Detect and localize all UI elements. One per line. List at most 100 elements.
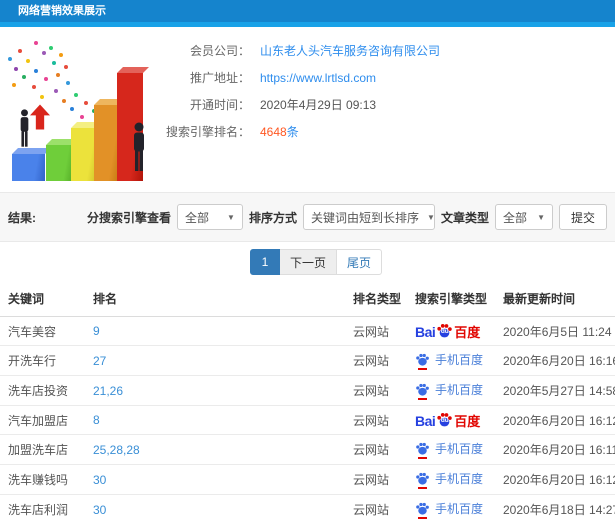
table-row: 汽车加盟店 8 云网站 Bai du 百度 2020年6月20日 16:12: [0, 405, 615, 435]
filter-controls: 分搜索引擎查看 全部 ▼ 排序方式 关键词由短到长排序 ▼ 文章类型 全部 ▼ …: [87, 204, 607, 230]
table-row: 洗车店利润 30 云网站 手机百度 2020年6月18日 14:27: [0, 494, 615, 520]
chevron-down-icon: ▼: [537, 212, 545, 222]
baidu-paw-icon: [415, 501, 430, 519]
rank-link[interactable]: 8: [93, 413, 100, 427]
updated-cell: 2020年6月5日 11:24: [495, 316, 615, 346]
chevron-down-icon: ▼: [426, 212, 435, 222]
open-time-value: 2020年4月29日 09:13: [260, 98, 377, 112]
sort-filter-value: 关键词由短到长排序: [310, 210, 419, 225]
baidu-logo: Bai du 百度: [415, 411, 481, 429]
table-header-row: 关键词 排名 排名类型 搜索引擎类型 最新更新时间: [0, 281, 615, 317]
sort-filter-select[interactable]: 关键词由短到长排序 ▼: [302, 204, 435, 230]
promo-url-row: 推广地址： https://www.lrtlsd.com: [150, 64, 610, 91]
confetti-dots: [4, 41, 8, 45]
baidu-paw-icon: du: [436, 322, 453, 339]
engine-filter-select[interactable]: 全部 ▼: [176, 204, 243, 230]
mobile-baidu-badge: 手机百度: [415, 381, 483, 400]
member-company-label: 会员公司：: [189, 44, 250, 58]
bar-green: [46, 145, 73, 181]
account-info-list: 会员公司： 山东老人头汽车服务咨询有限公司 推广地址： https://www.…: [150, 37, 610, 145]
baidu-paw-icon: du: [436, 411, 453, 428]
rank-link[interactable]: 9: [93, 324, 100, 338]
keyword-cell: 加盟洗车店: [0, 434, 85, 465]
baidu-paw-icon: [415, 441, 430, 459]
rank-type-cell: 云网站: [345, 345, 407, 376]
mobile-baidu-badge: 手机百度: [415, 470, 483, 489]
col-updated: 最新更新时间: [495, 281, 615, 317]
engine-filter-value: 全部: [184, 210, 209, 225]
keyword-cell: 汽车美容: [0, 316, 85, 346]
last-page-button[interactable]: 尾页: [336, 249, 383, 275]
promo-url-link[interactable]: https://www.lrtlsd.com: [260, 71, 376, 85]
type-filter-value: 全部: [502, 210, 527, 225]
up-arrow-icon: [30, 103, 50, 136]
mobile-baidu-badge: 手机百度: [415, 351, 483, 370]
next-page-button[interactable]: 下一页: [278, 249, 337, 275]
account-info-section: 会员公司： 山东老人头汽车服务咨询有限公司 推广地址： https://www.…: [0, 27, 615, 192]
baidu-paw-icon: [415, 471, 430, 489]
rank-link[interactable]: 21,26: [93, 384, 123, 398]
app-window: 网络营销效果展示 会员公司： 山东老人头汽车服务咨询有限公司 推广地址： htt…: [0, 0, 615, 520]
pagination: 1 下一页 尾页: [18, 242, 615, 281]
type-filter-select[interactable]: 全部 ▼: [494, 204, 553, 230]
rank-type-cell: 云网站: [345, 405, 407, 435]
open-time-row: 开通时间： 2020年4月29日 09:13: [150, 91, 610, 118]
table-row: 洗车店投资 21,26 云网站 手机百度 2020年5月27日 14:58: [0, 375, 615, 406]
engine-rank-count: 4648: [260, 124, 287, 139]
engine-filter-label: 分搜索引擎查看: [86, 210, 171, 225]
mobile-baidu-badge: 手机百度: [415, 500, 483, 519]
baidu-paw-icon: [415, 382, 430, 400]
table-row: 加盟洗车店 25,28,28 云网站 手机百度 2020年6月20日 16:11: [0, 434, 615, 465]
keyword-cell: 汽车加盟店: [0, 405, 85, 435]
updated-cell: 2020年6月20日 16:12: [495, 464, 615, 495]
table-row: 汽车美容 9 云网站 Bai du 百度 2020年6月5日 11:24: [0, 316, 615, 346]
col-keyword: 关键词: [0, 281, 85, 317]
rank-type-cell: 云网站: [345, 375, 407, 406]
businessman-figure-right: [131, 122, 147, 179]
updated-cell: 2020年5月27日 14:58: [495, 375, 615, 406]
engine-rank-unit: 条: [286, 125, 299, 139]
rank-type-cell: 云网站: [345, 316, 407, 346]
page-title: 网络营销效果展示: [18, 5, 106, 17]
results-filter-bar: 结果: 分搜索引擎查看 全部 ▼ 排序方式 关键词由短到长排序 ▼ 文章类型 全…: [0, 192, 615, 242]
rank-type-cell: 云网站: [345, 494, 407, 520]
col-rank: 排名: [85, 281, 345, 317]
keyword-cell: 洗车店利润: [0, 494, 85, 520]
open-time-label: 开通时间：: [189, 98, 250, 112]
table-row: 开洗车行 27 云网站 手机百度 2020年6月20日 16:16: [0, 345, 615, 376]
member-company-link[interactable]: 山东老人头汽车服务咨询有限公司: [260, 42, 440, 59]
member-company-row: 会员公司： 山东老人头汽车服务咨询有限公司: [150, 37, 610, 64]
top-header-bar: 网络营销效果展示: [0, 0, 615, 22]
updated-cell: 2020年6月20日 16:12: [495, 405, 615, 435]
chevron-down-icon: ▼: [227, 212, 235, 222]
keyword-results-table: 关键词 排名 排名类型 搜索引擎类型 最新更新时间 汽车美容 9 云网站 Bai: [0, 281, 615, 520]
engine-rank-label: 搜索引擎排名：: [165, 125, 250, 139]
updated-cell: 2020年6月20日 16:16: [495, 345, 615, 376]
keyword-cell: 洗车店投资: [0, 375, 85, 406]
engine-rank-row: 搜索引擎排名： 4648 条: [150, 118, 610, 145]
mobile-baidu-badge: 手机百度: [415, 440, 483, 459]
rank-link[interactable]: 30: [93, 503, 106, 517]
col-rank-type: 排名类型: [345, 281, 407, 317]
page-1-button[interactable]: 1: [249, 249, 280, 275]
baidu-paw-icon: [415, 352, 430, 370]
col-engine-type: 搜索引擎类型: [407, 281, 495, 317]
bar-blue: [12, 154, 45, 181]
updated-cell: 2020年6月20日 16:11: [495, 434, 615, 465]
sort-filter-label: 排序方式: [248, 210, 297, 225]
table-row: 洗车赚钱吗 30 云网站 手机百度 2020年6月20日 16:12: [0, 464, 615, 495]
rank-link[interactable]: 25,28,28: [93, 443, 140, 457]
keyword-cell: 洗车赚钱吗: [0, 464, 85, 495]
rank-type-cell: 云网站: [345, 434, 407, 465]
keyword-cell: 开洗车行: [0, 345, 85, 376]
type-filter-label: 文章类型: [440, 210, 489, 225]
rank-link[interactable]: 27: [93, 354, 106, 368]
submit-button[interactable]: 提交: [558, 204, 607, 230]
promo-url-label: 推广地址：: [189, 71, 250, 85]
rank-type-cell: 云网站: [345, 464, 407, 495]
businessman-figure-left: [18, 109, 31, 154]
baidu-logo: Bai du 百度: [415, 322, 481, 340]
rank-link[interactable]: 30: [93, 473, 106, 487]
results-label: 结果:: [8, 210, 36, 225]
updated-cell: 2020年6月18日 14:27: [495, 494, 615, 520]
